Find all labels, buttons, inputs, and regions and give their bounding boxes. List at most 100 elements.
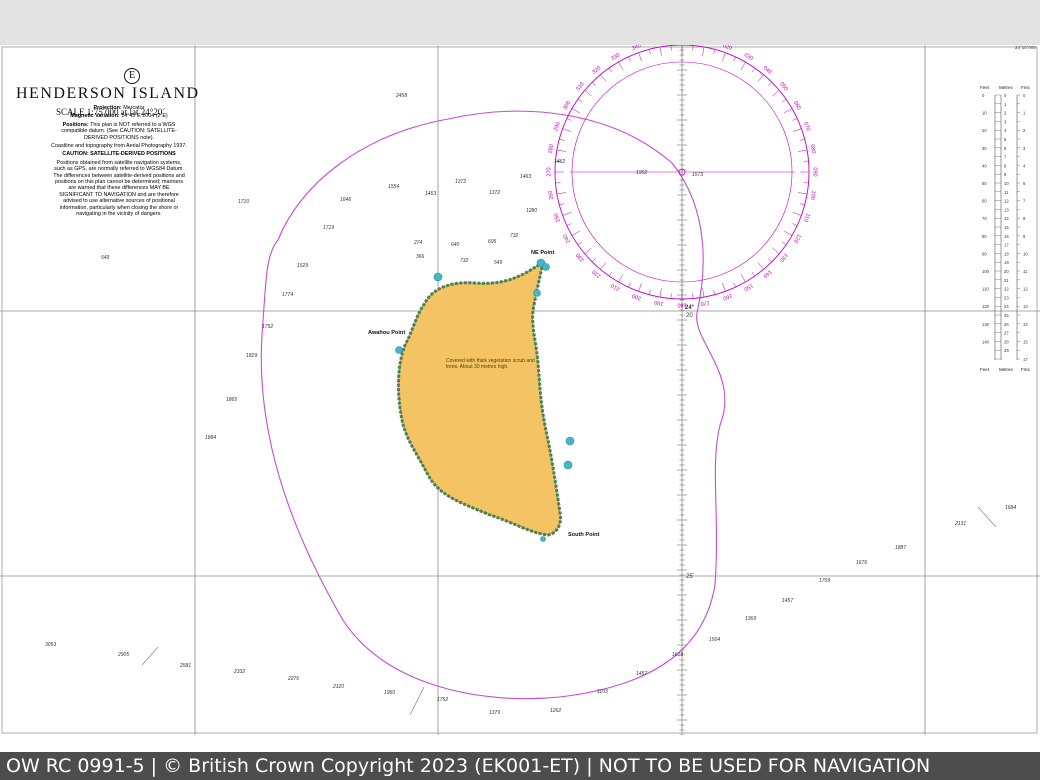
sounding-value: 549 [494,260,503,266]
scale-fms-tick: 2 [1023,128,1026,133]
scale-fms-tick: 11 [1023,269,1028,274]
compass-rose-degree-label: 170 [700,299,710,307]
scale-metres-tick: 0 [1004,93,1007,98]
sounding-value: 1529 [297,263,308,269]
henderson-island [395,258,575,542]
sounding-value: 1372 [455,179,466,185]
compass-rose-degree-label: 030 [743,52,754,62]
sounding-value: 1646 [340,197,351,203]
ne-point-label: NE Point [531,250,555,256]
scale-feet-tick: 40 [982,163,987,168]
scale-metres-tick: 22 [1004,287,1009,292]
edition-badge: E [124,68,140,84]
south-point-label: South Point [568,532,600,538]
scale-feet-label: Feet [980,85,990,90]
compass-rose-degree-label: 060 [792,100,802,111]
sounding-value: 1684 [1005,505,1016,511]
scale-fms-tick: 8 [1023,216,1026,221]
scale-feet-tick: 120 [982,304,990,309]
scale-metres-tick: 14 [1004,216,1009,221]
caution-text: Positions obtained from satellite naviga… [53,159,185,218]
lat-label-25: 25´ [686,574,695,580]
sounding-value: 695 [488,239,497,245]
scale-fms-tick: 4 [1023,163,1026,168]
scale-fms-tick: 6 [1023,181,1026,186]
depth-scale-graphic: Feet Metres Fms Feet Metres Fms 00 01210 1… [980,85,1030,372]
scale-fms-tick: 13 [1023,304,1028,309]
scale-feet-tick: 80 [982,234,987,239]
scale-metres-tick: 7 [1004,155,1007,160]
scale-metres-tick: 26 [1004,322,1009,327]
scale-feet-tick: 60 [982,199,987,204]
compass-rose-degree-label: 150 [743,282,754,292]
scale-feet-tick: 110 [982,287,989,292]
compass-rose-degree-label: 300 [562,100,572,111]
scale-feet-tick: 130 [982,322,990,327]
scale-metres-tick: 21 [1004,278,1009,283]
magnetic-label: Magnetic Variation: [70,113,120,120]
sounding-value: 1463 [425,191,436,197]
magnetic-value: 14°45´E 2004 (2´E) [121,113,168,120]
scale-metres-tick: 8 [1004,163,1007,168]
scale-metres-tick: 4 [1004,128,1007,133]
sounding-value: 1457 [782,598,793,604]
top-bar [0,0,1040,46]
chart-title: HENDERSON ISLAND [16,85,200,102]
scale-metres-tick: 5 [1004,137,1007,142]
copyright-footer: OW RC 0991-5 | © British Crown Copyright… [0,752,1040,780]
sounding-value: 1462 [554,159,565,165]
lat-label-24: 24° [685,305,695,311]
sounding-value: 1369 [745,616,756,622]
projection-value: Mercator [123,105,145,111]
compass-rose-degree-label: 210 [610,282,621,292]
sounding-value: 2581 [179,663,191,669]
scale-metres-tick: 16 [1004,234,1009,239]
compass-rose-degree-label: 200 [631,292,642,301]
sounding-value: 1829 [246,353,257,359]
sounding-value: 2276 [287,676,299,682]
sounding-value: 1554 [388,184,399,190]
sounding-value: 1719 [323,225,334,231]
sounding-value: 1752 [437,697,448,703]
sounding-value: 732 [460,258,469,264]
sounding-value: 3053 [45,642,56,648]
scale-metres-tick: 28 [1004,339,1009,344]
sounding-value: 1710 [238,199,249,205]
sounding-value: 1902 [636,170,647,176]
scale-metres-tick: 18 [1004,251,1009,256]
compass-rose-degree-label: 240 [562,233,572,244]
sounding-value: 1103 [597,689,608,695]
scale-metres-tick: 25 [1004,313,1009,318]
scale-fms-tick: 12 [1023,287,1028,292]
sounding-value: 1774 [282,292,293,298]
compass-rose-degree-label: 190 [654,299,664,307]
scale-feet-tick: 90 [982,251,987,256]
awahou-point-label: Awahou Point [368,330,406,336]
depth-scale-bar: Feet Metres Fms Feet Metres Fms 0 0 0 1 2 10 1… [978,85,1034,375]
scale-fms-tick: 15 [1023,339,1028,344]
sounding-value: 2905 [117,652,129,658]
sounding-value: 640 [451,242,460,248]
sounding-value: 2120 [332,684,344,690]
compass-rose-degree-label: 270 [546,167,552,176]
scale-feet-tick: 100 [982,269,990,274]
scale-fms-tick: 9 [1023,234,1026,239]
sounding-value: 1280 [526,208,537,214]
projection-label: Projection: [93,105,122,111]
scale-fms-tick: 0 [1023,93,1026,98]
scale-metres-tick: 10 [1004,181,1009,186]
scale-metres-tick: 17 [1004,243,1009,248]
positions-label: Positions: [62,121,89,128]
scale-metres-tick: 19 [1004,260,1009,265]
compass-rose-degree-label: 290 [553,121,562,132]
vegetation-note: Covered with thick vegetation scrub and … [446,358,535,370]
scale-fms-tick: 10 [1023,251,1028,256]
scale-metres-tick: 15 [1004,225,1009,230]
scale-metres-tick: 3 [1004,119,1007,124]
sounding-value: 1379 [489,710,500,716]
corner-label: 24°15´000 [1015,45,1036,50]
seabed-marks [141,506,997,716]
scale-metres-tick: 11 [1004,190,1009,195]
sounding-value: 2332 [233,669,245,675]
compass-rose-degree-label: 250 [553,212,562,223]
